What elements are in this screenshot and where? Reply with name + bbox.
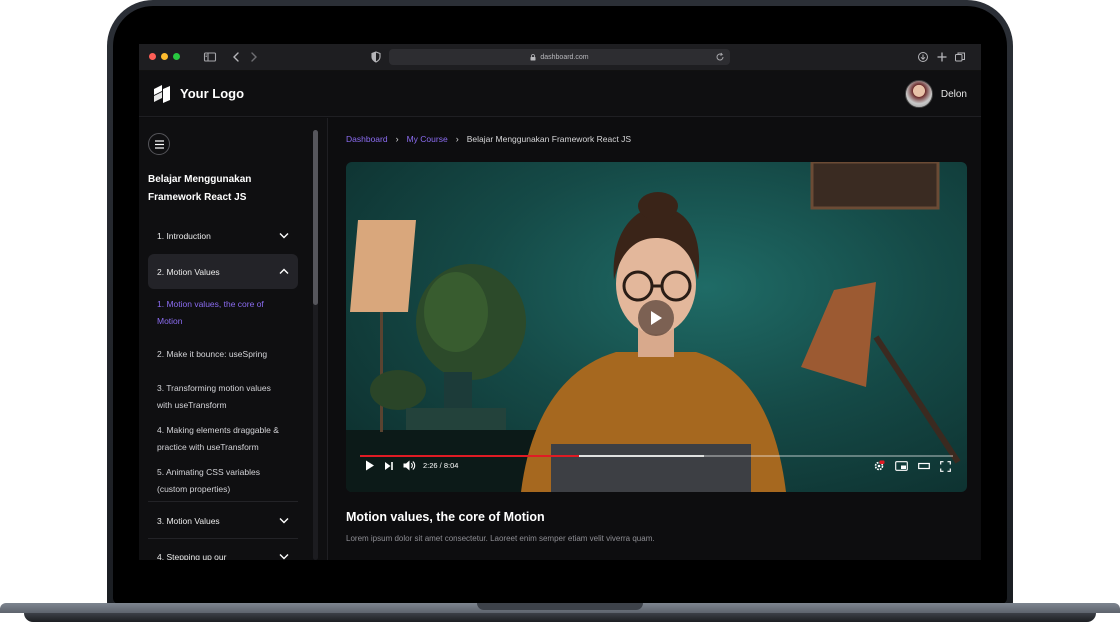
forward-icon[interactable] (249, 50, 259, 64)
laptop-base-notch (477, 603, 643, 610)
volume-icon[interactable] (403, 460, 416, 471)
lesson-item[interactable]: 5. Animating CSS variables (custom prope… (157, 464, 287, 497)
user-menu[interactable]: Delon (904, 80, 967, 108)
sidebar-scrollbar[interactable] (313, 130, 318, 560)
user-name: Delon (940, 88, 967, 100)
chevron-down-icon (279, 554, 289, 560)
section-introduction[interactable]: 1. Introduction (148, 218, 298, 253)
video-time: 2:26 / 8:04 (423, 461, 459, 470)
course-sidebar: Belajar Menggunakan Framework React JS 1… (139, 118, 328, 560)
logo-icon (154, 85, 170, 103)
chevron-up-icon (279, 268, 289, 274)
back-icon[interactable] (231, 50, 241, 64)
new-tab-icon[interactable] (936, 50, 948, 64)
avatar[interactable] (904, 80, 933, 108)
video-progress-bar[interactable] (360, 455, 953, 457)
chevron-down-icon (279, 518, 289, 524)
section-label: 3. Motion Values (157, 515, 220, 526)
lesson-title: Motion values, the core of Motion (346, 510, 545, 524)
fullscreen-icon[interactable] (940, 460, 951, 472)
hamburger-icon (154, 139, 164, 149)
address-bar[interactable]: dashboard.com (389, 49, 730, 65)
breadcrumb-my-course[interactable]: My Course (407, 134, 448, 144)
course-title: Belajar Menggunakan Framework React JS (148, 174, 252, 203)
minimize-window-button[interactable] (161, 53, 168, 60)
section-label: 2. Motion Values (157, 266, 220, 277)
video-controls-right (863, 460, 951, 472)
sidebar-toggle-icon[interactable] (203, 50, 217, 64)
lesson-item[interactable]: 2. Make it bounce: useSpring (157, 346, 287, 363)
skip-next-icon[interactable] (384, 461, 394, 471)
browser-toolbar: dashboard.com (139, 44, 981, 71)
chevron-right-icon: › (455, 134, 459, 144)
chevron-down-icon (279, 233, 289, 239)
section-motion-values-3[interactable]: 3. Motion Values (148, 503, 298, 538)
lesson-item[interactable]: 1. Motion values, the core of Motion (157, 296, 287, 329)
lesson-description: Lorem ipsum dolor sit amet consectetur. … (346, 534, 655, 543)
section-label: 1. Introduction (157, 230, 211, 241)
breadcrumb-dashboard[interactable]: Dashboard (346, 134, 388, 144)
laptop-base-bottom (24, 613, 1096, 622)
shield-icon[interactable] (371, 50, 381, 64)
tab-overview-icon[interactable] (954, 50, 966, 64)
section-label: 4. Stepping up our (157, 551, 227, 561)
breadcrumb-current: Belajar Menggunakan Framework React JS (466, 134, 632, 144)
menu-button[interactable] (148, 133, 170, 155)
theater-mode-icon[interactable] (918, 462, 930, 470)
logo[interactable]: Your Logo (152, 83, 244, 103)
play-button[interactable] (638, 300, 674, 336)
logo-text: Your Logo (180, 85, 245, 101)
lesson-item[interactable]: 3. Transforming motion values with useTr… (157, 380, 287, 413)
reload-icon[interactable] (715, 52, 725, 64)
close-window-button[interactable] (149, 53, 156, 60)
divider (148, 501, 298, 502)
sidebar-scrollbar-thumb[interactable] (313, 130, 318, 305)
url-text: dashboard.com (540, 53, 589, 61)
main-content: Dashboard › My Course › Belajar Mengguna… (329, 118, 981, 560)
section-motion-values[interactable]: 2. Motion Values (148, 254, 298, 289)
video-played-bar (360, 455, 580, 457)
app-header: Your Logo Delon (139, 71, 981, 117)
play-icon[interactable] (365, 460, 375, 471)
video-player[interactable]: 2:26 / 8:04 (346, 162, 967, 492)
download-icon[interactable] (917, 50, 929, 64)
laptop-base (0, 603, 1120, 625)
chevron-right-icon: › (395, 134, 399, 144)
breadcrumb: Dashboard › My Course › Belajar Mengguna… (346, 134, 631, 144)
video-controls-left: 2:26 / 8:04 (365, 460, 467, 471)
maximize-window-button[interactable] (173, 53, 180, 60)
miniplayer-icon[interactable] (895, 461, 908, 471)
screen: dashboard.com Your Logo Delon Belajar Me… (139, 44, 981, 560)
lock-icon (530, 53, 536, 61)
play-icon (651, 311, 662, 325)
section-stepping-up[interactable]: 4. Stepping up our (148, 539, 298, 560)
lesson-item[interactable]: 4. Making elements draggable & practice … (157, 422, 287, 455)
settings-icon[interactable] (873, 460, 885, 472)
